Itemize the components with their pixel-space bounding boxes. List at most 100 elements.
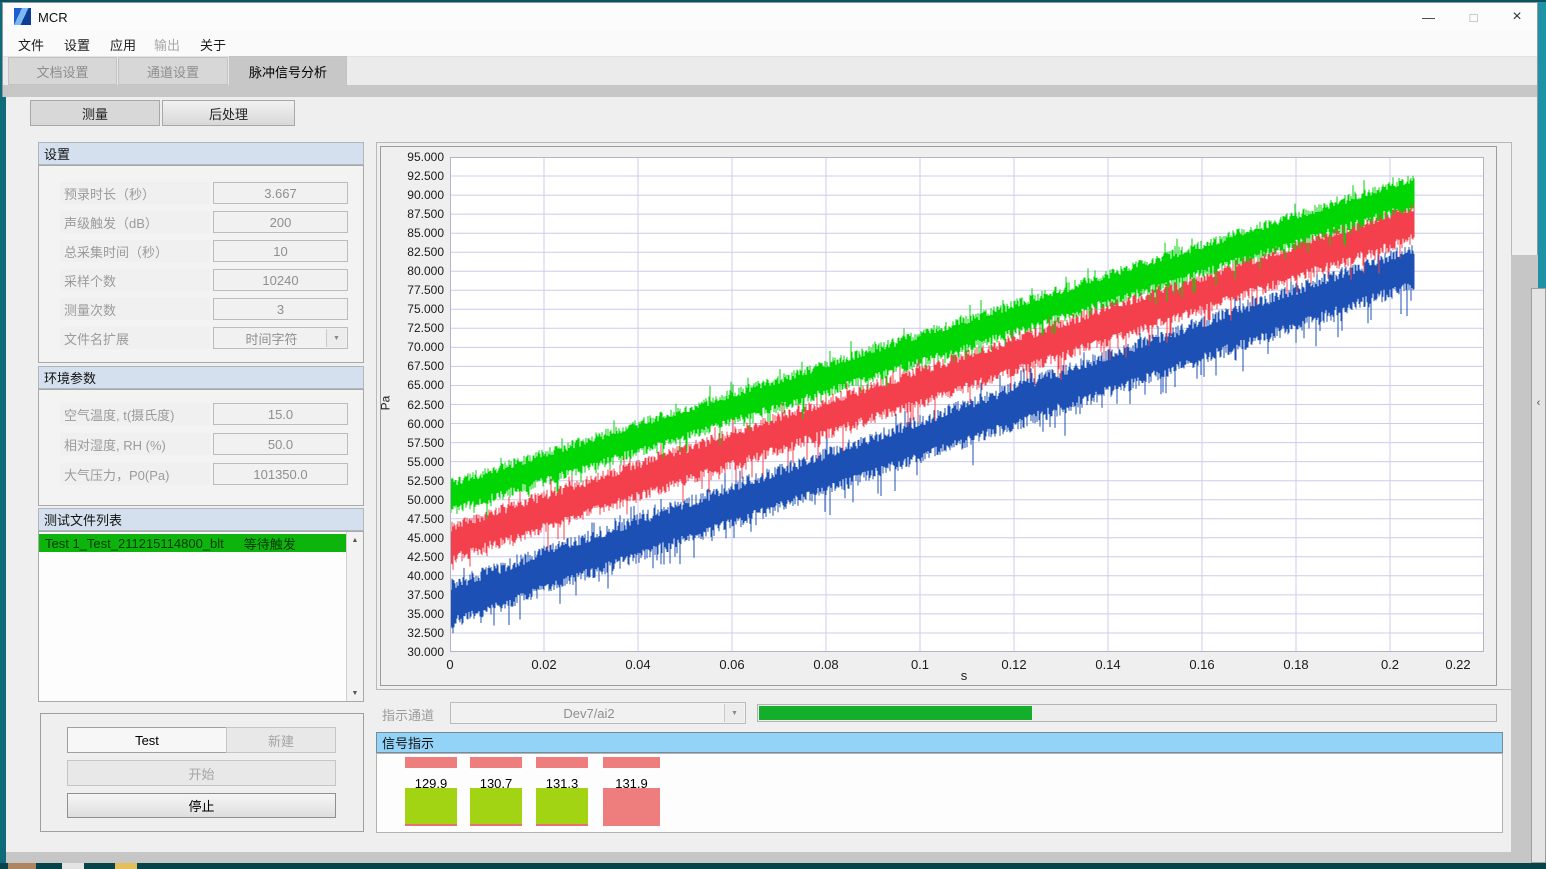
prerecord-field[interactable]: 3.667 [213, 182, 348, 204]
window-title: MCR [38, 4, 68, 30]
start-button[interactable]: 开始 [67, 760, 336, 786]
stop-button[interactable]: 停止 [67, 793, 336, 818]
measure-button[interactable]: 测量 [30, 100, 160, 126]
test-name-field[interactable]: Test [67, 727, 227, 753]
field-label-total-time: 总采集时间（秒） [60, 240, 210, 262]
x-tick-label: 0.08 [794, 657, 858, 672]
taskbar-icon[interactable] [115, 863, 137, 869]
x-tick-label: 0.14 [1076, 657, 1140, 672]
indicator-box [536, 788, 588, 826]
field-label-measure-times: 测量次数 [60, 298, 210, 320]
minimize-button[interactable]: — [1406, 3, 1451, 31]
indicator-top-bar [536, 757, 588, 768]
file-list-box [38, 531, 364, 702]
y-tick-label: 42.500 [380, 550, 444, 564]
x-tick-label: 0 [418, 657, 482, 672]
desktop-left-strip [0, 97, 6, 863]
file-status: 等待触发 [244, 534, 296, 553]
indicator-channel-label: 指示通道 [378, 704, 434, 724]
x-tick-label: 0.16 [1170, 657, 1234, 672]
field-label-trigger-level: 声级触发（dB） [60, 211, 210, 233]
y-tick-label: 87.500 [380, 207, 444, 221]
x-tick-label: 0.02 [512, 657, 576, 672]
filename-ext-value: 时间字符 [245, 329, 297, 348]
y-tick-label: 77.500 [380, 283, 444, 297]
taskbar-icon[interactable] [62, 863, 84, 869]
menu-item-output[interactable]: 输出 [146, 31, 188, 57]
sample-count-field[interactable]: 10240 [213, 269, 348, 291]
y-tick-label: 80.000 [380, 264, 444, 278]
indicator-top-bar [470, 757, 522, 768]
y-tick-label: 32.500 [380, 626, 444, 640]
field-label-air-temp: 空气温度, t(摄氏度) [60, 403, 210, 425]
maximize-button[interactable]: □ [1451, 3, 1496, 31]
tab-underband [3, 85, 1537, 97]
tab-document-settings[interactable]: 文档设置 [8, 57, 117, 85]
field-label-sample-count: 采样个数 [60, 269, 210, 291]
field-label-prerecord: 预录时长（秒） [60, 182, 210, 204]
y-tick-label: 65.000 [380, 378, 444, 392]
y-tick-label: 60.000 [380, 417, 444, 431]
humidity-field[interactable]: 50.0 [213, 433, 348, 455]
air-temp-field[interactable]: 15.0 [213, 403, 348, 425]
app-icon [14, 8, 31, 25]
indicator-box [603, 788, 660, 826]
x-tick-label: 0.04 [606, 657, 670, 672]
x-tick-label: 0.2 [1358, 657, 1422, 672]
scroll-up-icon[interactable]: ▲ [347, 532, 363, 548]
y-tick-label: 52.500 [380, 474, 444, 488]
x-tick-label: 0.06 [700, 657, 764, 672]
file-list-row[interactable]: Test 1_Test_211215114800_blt 等待触发 [39, 534, 346, 552]
y-tick-label: 37.500 [380, 588, 444, 602]
tab-pulse-analysis[interactable]: 脉冲信号分析 [229, 56, 347, 85]
y-tick-label: 50.000 [380, 493, 444, 507]
indicator-channel-dropdown[interactable]: Dev7/ai2 ▼ [450, 702, 746, 724]
indicator-box [405, 788, 457, 826]
pressure-field[interactable]: 101350.0 [213, 463, 348, 485]
file-name: Test 1_Test_211215114800_blt [45, 536, 224, 551]
progress-bar [757, 704, 1497, 722]
measure-times-field[interactable]: 3 [213, 298, 348, 320]
signal-panel-header: 信号指示 [376, 732, 1503, 753]
menu-item-application[interactable]: 应用 [102, 31, 144, 57]
y-tick-label: 85.000 [380, 226, 444, 240]
y-tick-label: 92.500 [380, 169, 444, 183]
trigger-level-field[interactable]: 200 [213, 211, 348, 233]
y-tick-label: 90.000 [380, 188, 444, 202]
field-label-humidity: 相对湿度, RH (%) [60, 433, 210, 455]
total-time-field[interactable]: 10 [213, 240, 348, 262]
y-tick-label: 40.000 [380, 569, 444, 583]
indicator-top-bar [603, 757, 660, 768]
indicator-channel-value: Dev7/ai2 [563, 706, 614, 721]
filename-ext-dropdown[interactable]: 时间字符 ▼ [213, 327, 348, 349]
postprocess-button[interactable]: 后处理 [162, 100, 295, 126]
y-tick-label: 67.500 [380, 359, 444, 373]
settings-panel-header: 设置 [38, 142, 364, 165]
indicator-top-bar [405, 757, 457, 768]
tab-channel-settings[interactable]: 通道设置 [118, 57, 228, 85]
window-bottom-band [3, 852, 1537, 863]
side-panel-arrow-icon: ‹ [1532, 397, 1545, 409]
x-tick-label: 0.18 [1264, 657, 1328, 672]
file-list-scrollbar[interactable]: ▲ ▼ [346, 532, 363, 701]
file-list-header: 测试文件列表 [38, 508, 364, 531]
y-tick-label: 47.500 [380, 512, 444, 526]
x-tick-label: 0.1 [888, 657, 952, 672]
y-tick-label: 75.000 [380, 302, 444, 316]
chevron-down-icon: ▼ [326, 329, 346, 347]
new-button[interactable]: 新建 [226, 727, 336, 753]
environment-panel-header: 环境参数 [38, 366, 364, 389]
taskbar-icon[interactable] [8, 863, 36, 869]
menu-item-about[interactable]: 关于 [192, 31, 234, 57]
field-label-pressure: 大气压力，P0(Pa) [60, 463, 210, 485]
menu-item-file[interactable]: 文件 [10, 31, 52, 57]
y-tick-label: 35.000 [380, 607, 444, 621]
progress-fill [759, 706, 1032, 720]
background-window-edge[interactable]: ‹ [1531, 288, 1546, 863]
menu-item-settings[interactable]: 设置 [56, 31, 98, 57]
y-tick-label: 82.500 [380, 245, 444, 259]
scroll-down-icon[interactable]: ▼ [347, 685, 363, 701]
chevron-down-icon: ▼ [724, 704, 744, 722]
y-tick-label: 57.500 [380, 436, 444, 450]
close-button[interactable]: × [1496, 3, 1538, 31]
